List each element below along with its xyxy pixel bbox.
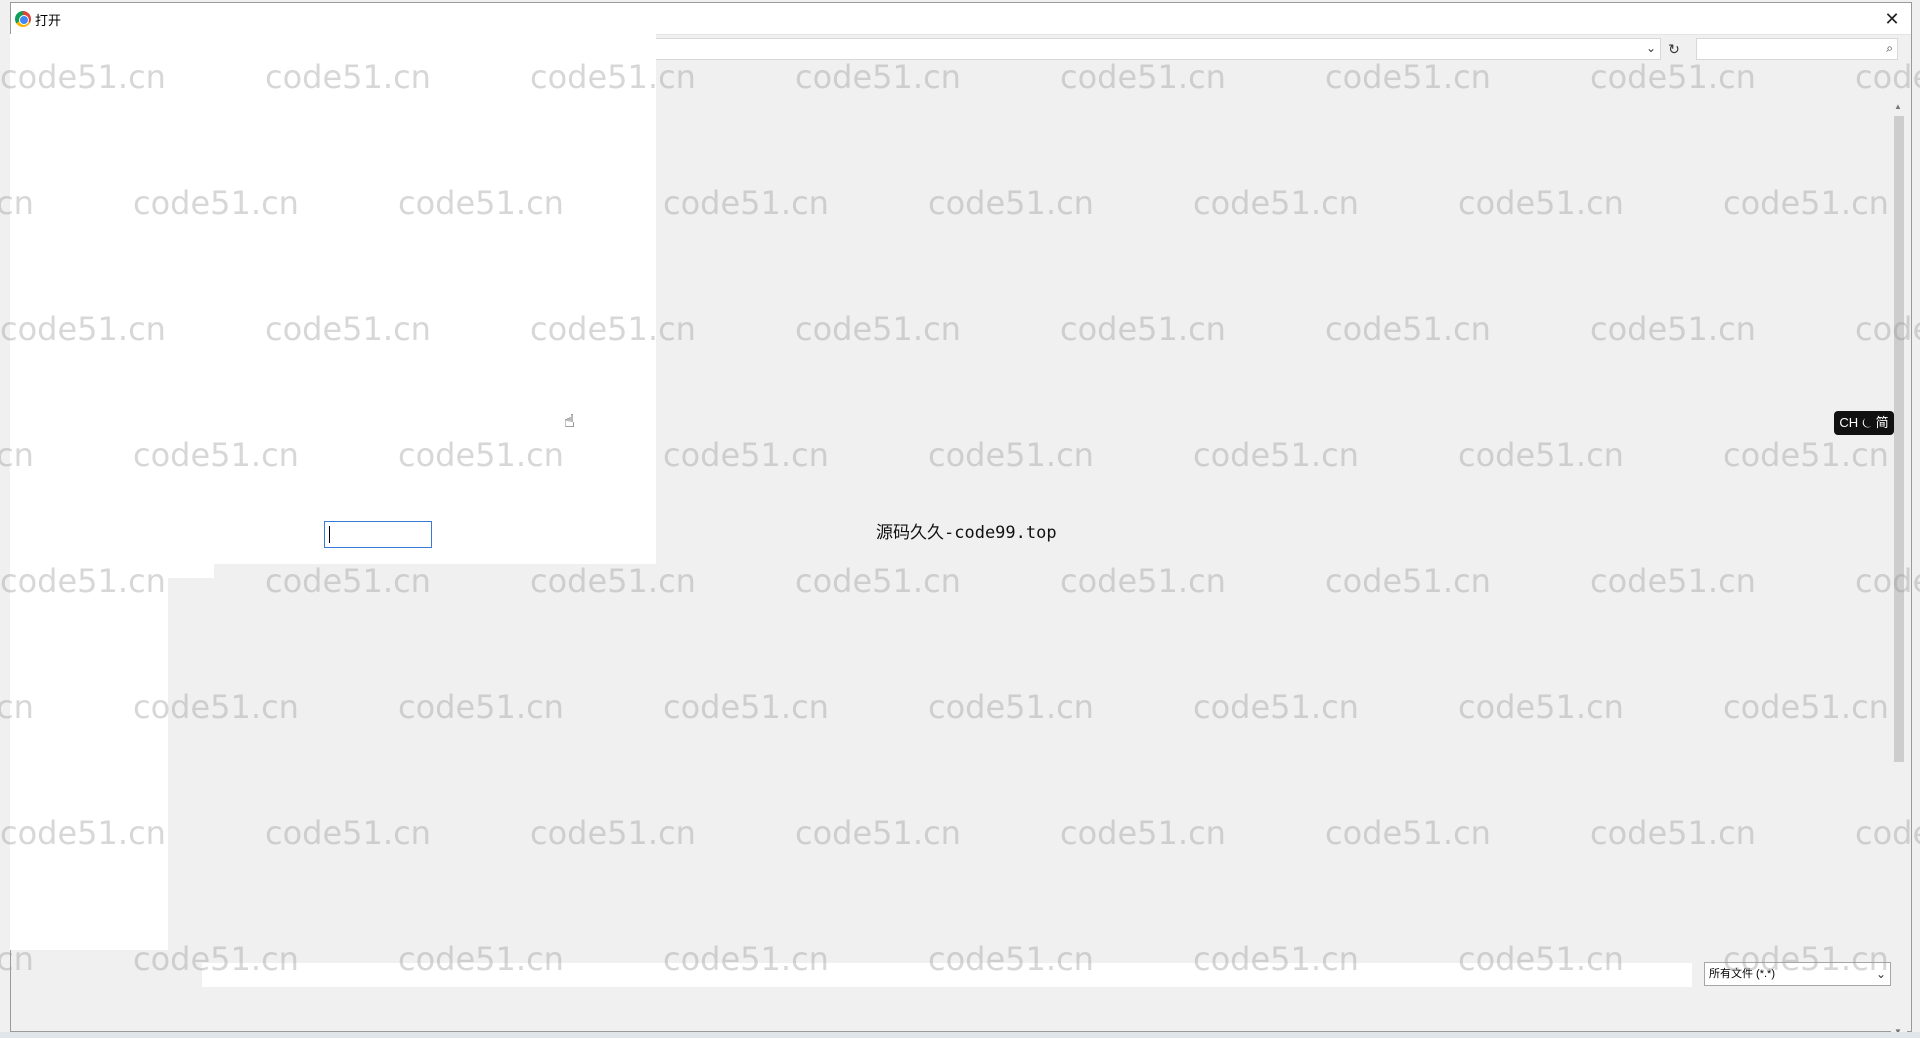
chevron-down-icon[interactable]: ⌄ <box>1646 41 1656 55</box>
title-bar[interactable]: 打开 ✕ <box>11 3 1911 35</box>
background-strip <box>0 1032 1920 1038</box>
navigation-pane[interactable] <box>10 34 656 564</box>
scroll-up-arrow-icon[interactable]: ▲ <box>1894 102 1902 111</box>
hand-cursor-icon: ☝ <box>564 411 575 431</box>
search-input[interactable]: ⌕ <box>1696 38 1898 60</box>
search-icon[interactable]: ⌕ <box>1886 41 1893 56</box>
close-button[interactable]: ✕ <box>1877 5 1907 33</box>
chrome-icon <box>15 11 31 27</box>
scrollbar-thumb[interactable] <box>1894 116 1904 762</box>
vertical-scrollbar[interactable]: ▲ ▼ <box>1891 102 1907 1036</box>
text-caret <box>329 526 330 543</box>
address-bar[interactable]: ⌄ <box>648 38 1661 60</box>
file-name-input[interactable] <box>202 963 1692 987</box>
dialog-title: 打开 <box>35 13 62 28</box>
chevron-down-icon[interactable]: ⌄ <box>1876 963 1886 985</box>
ime-indicator[interactable]: CH ⏾ 简 <box>1834 411 1894 435</box>
overlay-caption: 源码久久-code99.top <box>876 523 1057 543</box>
navigation-pane-connector <box>168 564 214 578</box>
refresh-icon[interactable]: ↻ <box>1663 38 1685 60</box>
navigation-pane-lower[interactable] <box>10 564 168 950</box>
file-type-select[interactable]: 所有文件 (*.*) ⌄ <box>1704 962 1891 986</box>
file-type-selected: 所有文件 (*.*) <box>1709 968 1775 980</box>
rename-field[interactable] <box>324 521 432 548</box>
